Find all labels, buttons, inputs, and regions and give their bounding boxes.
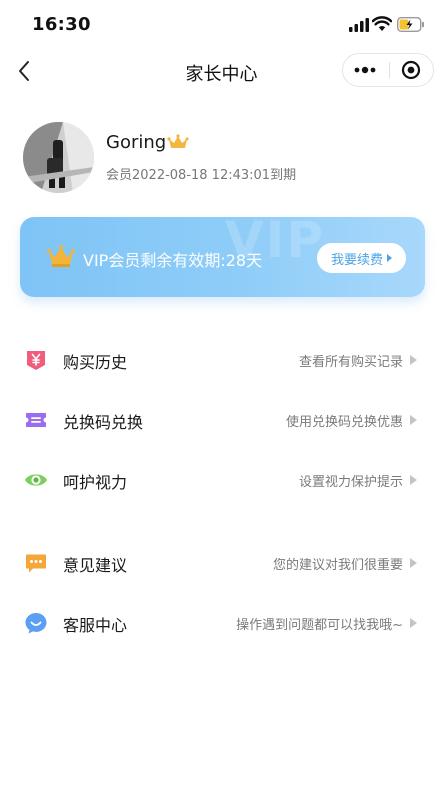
menu-item-purchase-history[interactable]: 购买历史 查看所有购买记录 [0,334,443,386]
wifi-icon [372,16,392,31]
vip-gold-crown-icon [47,245,75,267]
renew-button-label: 我要续费 [330,252,383,268]
menu-item-eye-care[interactable]: 呵护视力 设置视力保护提示 [0,454,443,506]
status-bar: 16:30 [0,0,443,48]
menu-hint: 您的建议对我们很重要 [272,558,403,573]
menu-label: 兑换码兑换 [63,413,144,432]
menu-item-customer-service[interactable]: 客服中心 操作遇到问题都可以找我哦~ [0,597,443,649]
menu-label: 呵护视力 [63,473,128,492]
username: Goring [106,132,167,153]
eye-icon [25,474,47,486]
chevron-right-icon [410,618,417,628]
menu-label: 意见建议 [63,556,128,575]
vip-status-banner: VIP VIP会员剩余有效期:28天 我要续费 [20,217,425,297]
menu-label: 客服中心 [63,616,128,635]
membership-expiry-text: 会员2022-08-18 12:43:01到期 [106,168,297,183]
menu-item-feedback[interactable]: 意见建议 您的建议对我们很重要 [0,537,443,589]
yen-tag-icon [27,351,45,370]
mini-program-capsule [342,53,434,87]
menu-item-redeem-code[interactable]: 兑换码兑换 使用兑换码兑换优惠 [0,394,443,446]
menu-hint: 查看所有购买记录 [298,355,403,370]
customer-service-icon [25,613,47,634]
menu-hint: 操作遇到问题都可以找我哦~ [236,618,403,633]
message-icon [26,554,46,573]
menu-hint: 设置视力保护提示 [298,475,403,490]
avatar-photo [23,122,94,193]
chevron-right-icon [410,415,417,425]
chevron-right-icon [410,558,417,568]
more-options-icon[interactable] [343,54,389,86]
cellular-signal-icon [349,18,369,32]
vip-remaining-days: VIP会员剩余有效期:28天 [83,251,263,270]
battery-charging-icon [397,17,424,32]
chevron-right-icon [410,475,417,485]
ticket-icon [26,413,46,427]
renew-button[interactable]: 我要续费 [317,243,406,273]
vip-crown-icon [167,134,189,148]
close-mini-program-icon[interactable] [390,54,434,86]
status-time: 16:30 [32,14,91,35]
avatar[interactable] [23,122,94,193]
menu-hint: 使用兑换码兑换优惠 [285,415,403,430]
navigation-bar: 家长中心 [0,48,443,94]
chevron-right-icon [410,355,417,365]
renew-arrow-icon [387,254,392,262]
menu-label: 购买历史 [63,353,128,372]
parent-center-page: 16:30 家长中心 Goring 会员2022-08-18 12:43:01到… [0,0,443,793]
